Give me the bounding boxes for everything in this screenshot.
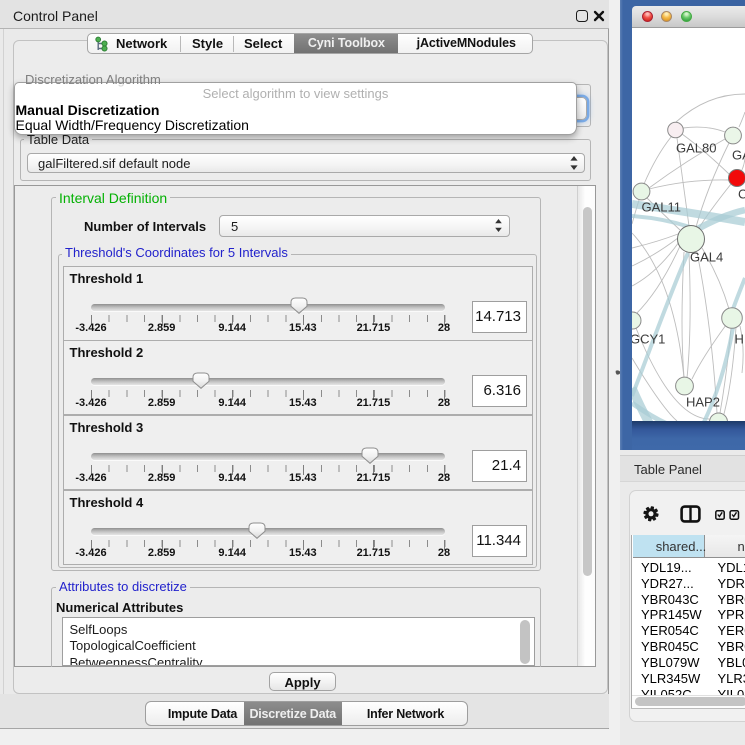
svg-text:GAL11: GAL11 xyxy=(642,199,682,214)
svg-text:C: C xyxy=(738,186,745,201)
svg-text:GAL80: GAL80 xyxy=(676,140,716,155)
svg-text:GAL4: GAL4 xyxy=(690,249,723,264)
svg-text:GA: GA xyxy=(732,147,745,162)
svg-text:H: H xyxy=(735,331,744,346)
svg-text:HAP2: HAP2 xyxy=(686,394,720,409)
svg-text:GCY1: GCY1 xyxy=(632,331,665,346)
